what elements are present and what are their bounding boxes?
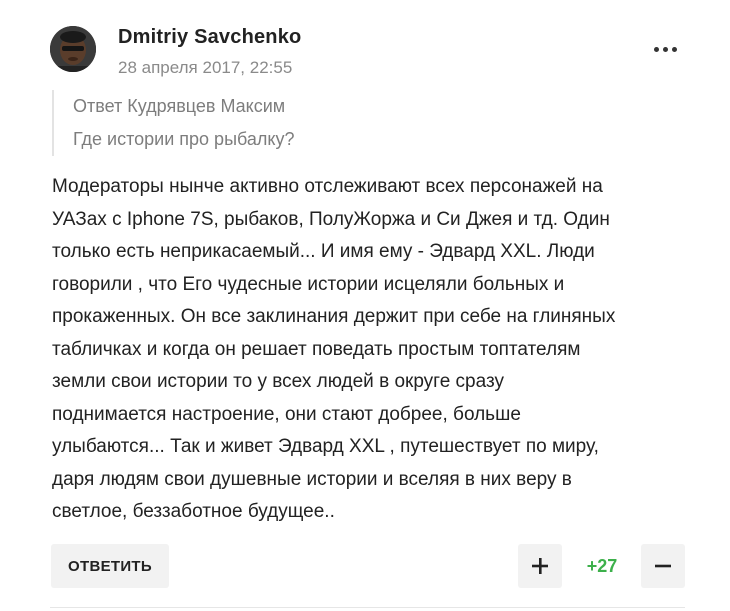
comment-body-line: земли свои истории то у всех людей в окр… (52, 371, 504, 392)
reply-quote: Ответ Кудрявцев Максим Где истории про р… (52, 90, 295, 156)
more-options-button[interactable] (645, 34, 685, 64)
plus-icon (532, 558, 548, 574)
comment-date: 28 апреля 2017, 22:55 (118, 58, 293, 77)
rating-score: +27 (586, 556, 618, 576)
avatar[interactable] (50, 26, 96, 72)
downvote-button[interactable] (641, 544, 685, 588)
comment-card: Dmitriy Savchenko 28 апреля 2017, 22:55 … (0, 0, 730, 611)
more-options-icon (653, 46, 659, 52)
comment-body-line: говорили , что Его чудесные истории исце… (52, 273, 565, 295)
author-name[interactable]: Dmitriy Savchenko (118, 26, 301, 49)
comment-body-line: только есть неприкасаемый... И имя ему -… (52, 241, 595, 262)
more-options-icon-dot (662, 46, 668, 52)
reply-to-label[interactable]: Ответ Кудрявцев Максим (73, 96, 285, 117)
minus-icon (655, 564, 671, 568)
comment-body-line: поднимается настроение, они стают добрее… (52, 403, 521, 425)
comment-body: Модераторы нынче активно отслеживают все… (52, 171, 702, 529)
comment-body-line: даря людям свои душевные истории и вселя… (52, 468, 572, 490)
comment-divider (50, 607, 685, 608)
comment-body-line: прокаженных. Он все заклинания держит пр… (52, 306, 616, 327)
avatar-image (50, 26, 96, 72)
more-options-icon-dot (671, 46, 677, 52)
comment-body-line: УАЗах с Iphone 7S, рыбаков, ПолуЖоржа и … (52, 208, 610, 230)
upvote-button[interactable] (518, 544, 562, 588)
comment-body-line: светлое, беззаботное будущее.. (52, 501, 335, 522)
comment-body-line: улыбаются... Так и живет Эдвард XXL , пу… (52, 436, 599, 457)
comment-body-line: табличках и когда он решает поведать про… (52, 338, 581, 360)
quoted-comment-text: Где истории про рыбалку? (73, 129, 295, 149)
comment-body-line: Модераторы нынче активно отслеживают все… (52, 176, 603, 197)
reply-button[interactable]: ОТВЕТИТЬ (51, 544, 169, 588)
